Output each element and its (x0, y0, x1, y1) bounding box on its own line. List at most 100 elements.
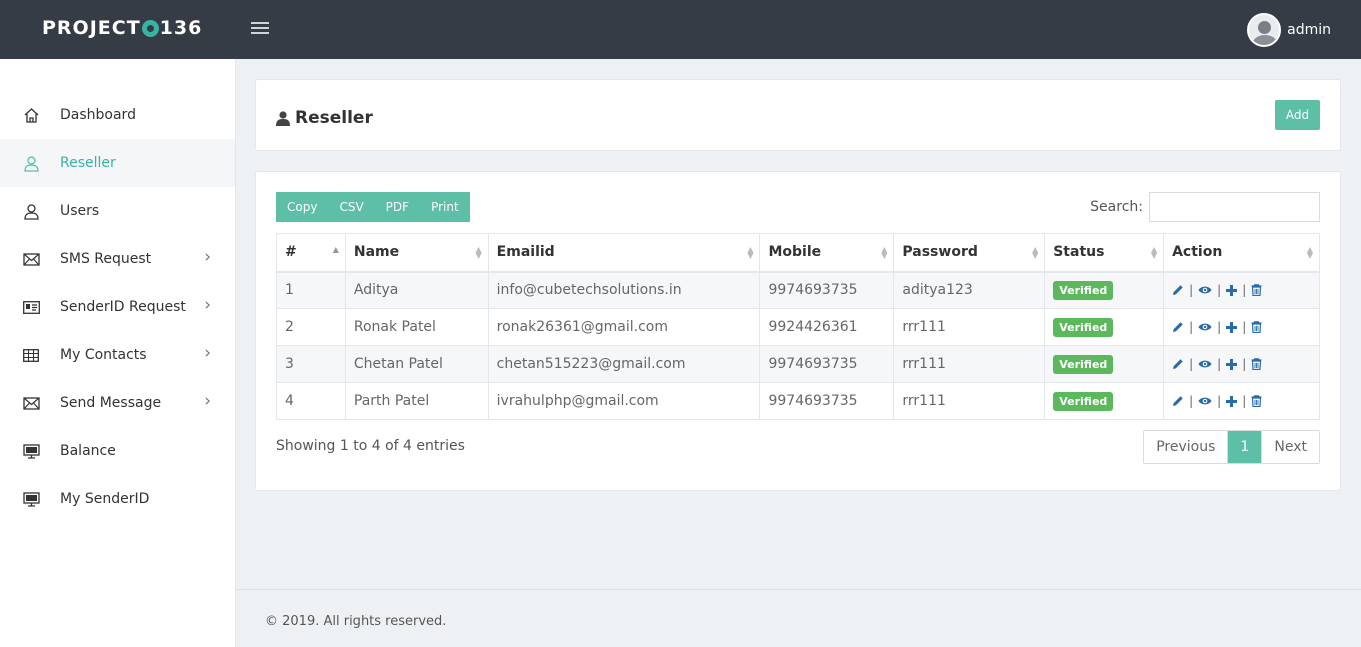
cell-num: 1 (276, 271, 346, 309)
action-separator: | (1242, 320, 1247, 334)
csv-button[interactable]: CSV (328, 192, 375, 222)
cell-num: 3 (276, 345, 346, 383)
cell-name: Chetan Patel (344, 345, 489, 383)
user-menu[interactable]: admin (1247, 13, 1331, 47)
table-row: 1 Aditya info@cubetechsolutions.in 99746937… (276, 271, 1320, 309)
sidebar-item-balance[interactable]: Balance (0, 427, 235, 475)
brand-text-left: PROJECT (42, 17, 141, 39)
sort-icon: ▲ ▼ (1150, 245, 1158, 260)
table-header-row: # ▲ Name ▲ ▼ Emailid ▲ ▼ Mobile ▲ ▼ Password ▲ ▼ Statu… (276, 233, 1320, 273)
cell-num: 4 (276, 382, 346, 420)
sort-icon: ▲ ▼ (1306, 245, 1313, 260)
sidebar-item-reseller[interactable]: Reseller (0, 139, 235, 187)
column-header-mobile[interactable]: Mobile ▲ ▼ (759, 233, 895, 273)
edit-icon[interactable] (1172, 321, 1184, 333)
sidebar-item-senderid-request[interactable]: SenderID Request › (0, 283, 235, 331)
view-icon[interactable] (1198, 396, 1212, 406)
cell-password: aditya123 (893, 271, 1046, 309)
page-1-button[interactable]: 1 (1227, 431, 1262, 463)
sidebar-item-dashboard[interactable]: Dashboard (0, 91, 235, 139)
sidebar-item-label: Users (60, 203, 100, 219)
table-row: 2 Ronak Patel ronak26361@gmail.com 99244263… (276, 308, 1320, 346)
sidebar-item-my-senderid[interactable]: My SenderID (0, 475, 235, 523)
cell-mobile: 9974693735 (759, 271, 895, 309)
cell-email: info@cubetechsolutions.in (487, 271, 761, 309)
action-separator: | (1242, 357, 1247, 371)
column-header-label: Action (1172, 244, 1223, 261)
column-header-label: Emailid (496, 244, 555, 261)
cell-status: Verified (1044, 345, 1165, 383)
edit-icon[interactable] (1172, 358, 1184, 370)
action-separator: | (1242, 394, 1247, 408)
cell-email: ivrahulphp@gmail.com (487, 382, 761, 420)
add-icon[interactable] (1226, 321, 1238, 333)
chevron-right-icon: › (204, 391, 211, 411)
table-body: 1 Aditya info@cubetechsolutions.in 99746937… (276, 271, 1320, 420)
sidebar-item-my-contacts[interactable]: My Contacts › (0, 331, 235, 379)
sort-icon: ▲ ▼ (1032, 245, 1039, 260)
sidebar: Dashboard Reseller Users SMS Request › Sender… (0, 59, 236, 647)
action-separator: | (1189, 357, 1194, 371)
add-icon[interactable] (1226, 395, 1238, 407)
user-icon (22, 154, 40, 172)
chevron-right-icon: › (204, 343, 211, 363)
view-icon[interactable] (1198, 322, 1212, 332)
sidebar-item-send-message[interactable]: Send Message › (0, 379, 235, 427)
cell-num: 2 (276, 308, 346, 346)
footer: © 2019. All rights reserved. (236, 589, 1361, 647)
user-icon (22, 202, 40, 220)
brand-o-icon (141, 19, 159, 37)
export-buttons: Copy CSV PDF Print (276, 192, 470, 222)
view-icon[interactable] (1198, 285, 1212, 295)
sidebar-item-sms-request[interactable]: SMS Request › (0, 235, 235, 283)
cell-name: Aditya (344, 271, 489, 309)
table-info: Showing 1 to 4 of 4 entries (276, 438, 465, 454)
next-button[interactable]: Next (1261, 431, 1319, 463)
action-separator: | (1217, 283, 1222, 298)
sidebar-nav: Dashboard Reseller Users SMS Request › Sender… (0, 91, 235, 523)
cell-action: | | | (1163, 271, 1320, 309)
user-name: admin (1287, 22, 1331, 38)
add-button[interactable]: Add (1275, 100, 1320, 130)
column-header-password[interactable]: Password ▲ ▼ (893, 233, 1046, 273)
action-separator: | (1242, 283, 1247, 298)
monitor-icon (22, 442, 40, 460)
column-header-label: Name (353, 244, 400, 261)
pdf-button[interactable]: PDF (374, 192, 421, 222)
cell-status: Verified (1044, 271, 1165, 309)
column-header-number[interactable]: # ▲ (276, 233, 346, 273)
column-header-action[interactable]: Action ▲ ▼ (1163, 233, 1320, 273)
cell-name: Parth Patel (344, 382, 489, 420)
print-button[interactable]: Print (420, 192, 470, 222)
trash-icon[interactable] (1251, 321, 1262, 333)
avatar[interactable] (1247, 13, 1282, 47)
add-icon[interactable] (1226, 358, 1238, 370)
trash-icon[interactable] (1251, 358, 1262, 370)
edit-icon[interactable] (1172, 284, 1184, 296)
action-separator: | (1189, 394, 1194, 408)
trash-icon[interactable] (1251, 395, 1262, 407)
brand-logo[interactable]: PROJECT 136 (42, 17, 202, 39)
trash-icon[interactable] (1251, 284, 1262, 297)
previous-button[interactable]: Previous (1144, 431, 1228, 463)
copy-button[interactable]: Copy (276, 192, 329, 222)
hamburger-menu-icon[interactable] (251, 22, 269, 36)
column-header-emailid[interactable]: Emailid ▲ ▼ (487, 233, 761, 273)
cell-action: | | | (1163, 382, 1320, 420)
brand-text-right: 136 (159, 17, 203, 39)
table-row: 4 Parth Patel ivrahulphp@gmail.com 99746937… (276, 382, 1320, 420)
edit-icon[interactable] (1172, 395, 1184, 407)
action-separator: | (1189, 283, 1194, 298)
status-badge: Verified (1053, 317, 1114, 337)
search-input[interactable] (1149, 192, 1320, 222)
view-icon[interactable] (1198, 359, 1212, 369)
column-header-name[interactable]: Name ▲ ▼ (344, 233, 489, 273)
column-header-status[interactable]: Status ▲ ▼ (1044, 233, 1165, 273)
cell-password: rrr111 (893, 382, 1046, 420)
chevron-right-icon: › (204, 295, 211, 315)
sidebar-item-users[interactable]: Users (0, 187, 235, 235)
sidebar-item-label: Reseller (60, 155, 116, 171)
sort-icon: ▲ (332, 245, 339, 254)
sort-icon: ▲ ▼ (747, 245, 754, 260)
add-icon[interactable] (1226, 284, 1238, 296)
